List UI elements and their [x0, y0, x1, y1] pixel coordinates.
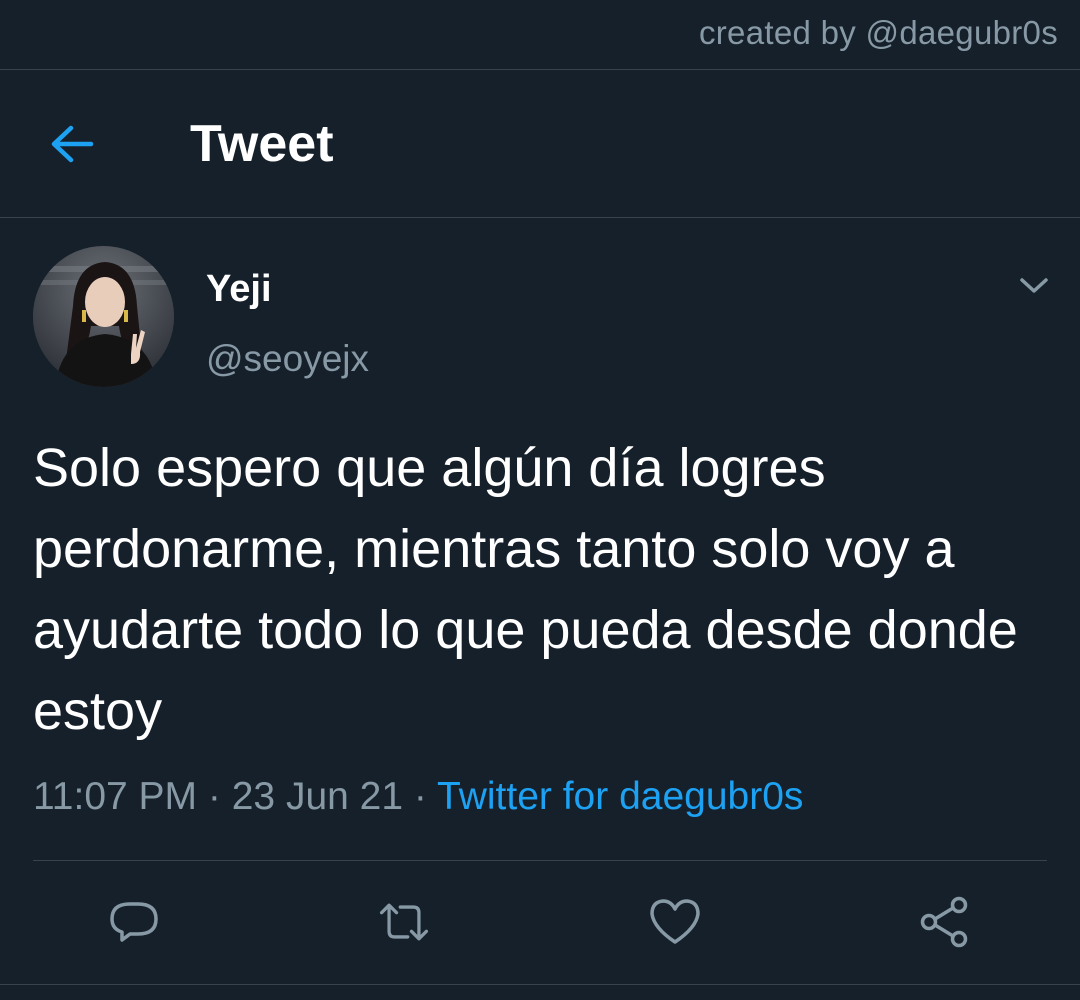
actions-divider	[33, 860, 1047, 861]
bottom-divider	[0, 984, 1080, 985]
creator-credit: created by @daegubr0s	[698, 14, 1058, 51]
display-name[interactable]: Yeji	[206, 268, 272, 311]
header-divider	[0, 217, 1080, 218]
retweet-icon	[379, 903, 429, 941]
tweet-text: Solo espero que algún día logres perdona…	[33, 438, 1018, 741]
back-button[interactable]	[40, 112, 104, 176]
user-handle[interactable]: @seoyejx	[206, 338, 369, 380]
tweet-client-link[interactable]: Twitter for daegubr0s	[437, 775, 803, 818]
tweet-metadata: 11:07 PM · 23 Jun 21 · Twitter for daegu…	[33, 775, 803, 819]
retweet-button[interactable]	[376, 894, 432, 950]
tweet-time[interactable]: 11:07 PM	[33, 775, 197, 818]
avatar[interactable]	[33, 246, 174, 387]
share-icon	[920, 896, 968, 948]
share-button[interactable]	[917, 894, 973, 950]
meta-separator: ·	[207, 775, 221, 818]
more-options-button[interactable]	[1014, 268, 1054, 304]
chevron-down-icon	[1020, 278, 1048, 293]
tweet-date[interactable]: 23 Jun 21	[232, 775, 403, 818]
reply-icon	[110, 902, 158, 942]
like-button[interactable]	[647, 894, 703, 950]
arrow-left-icon	[51, 125, 94, 163]
header-bar: Tweet	[0, 70, 1080, 217]
profile-photo	[33, 246, 174, 387]
meta-separator: ·	[413, 775, 427, 818]
tweet-detail-screen: created by @daegubr0s Tweet Yeji @seoyej…	[0, 0, 1080, 1000]
page-title: Tweet	[190, 115, 334, 173]
reply-button[interactable]	[106, 894, 162, 950]
like-icon	[650, 899, 700, 944]
